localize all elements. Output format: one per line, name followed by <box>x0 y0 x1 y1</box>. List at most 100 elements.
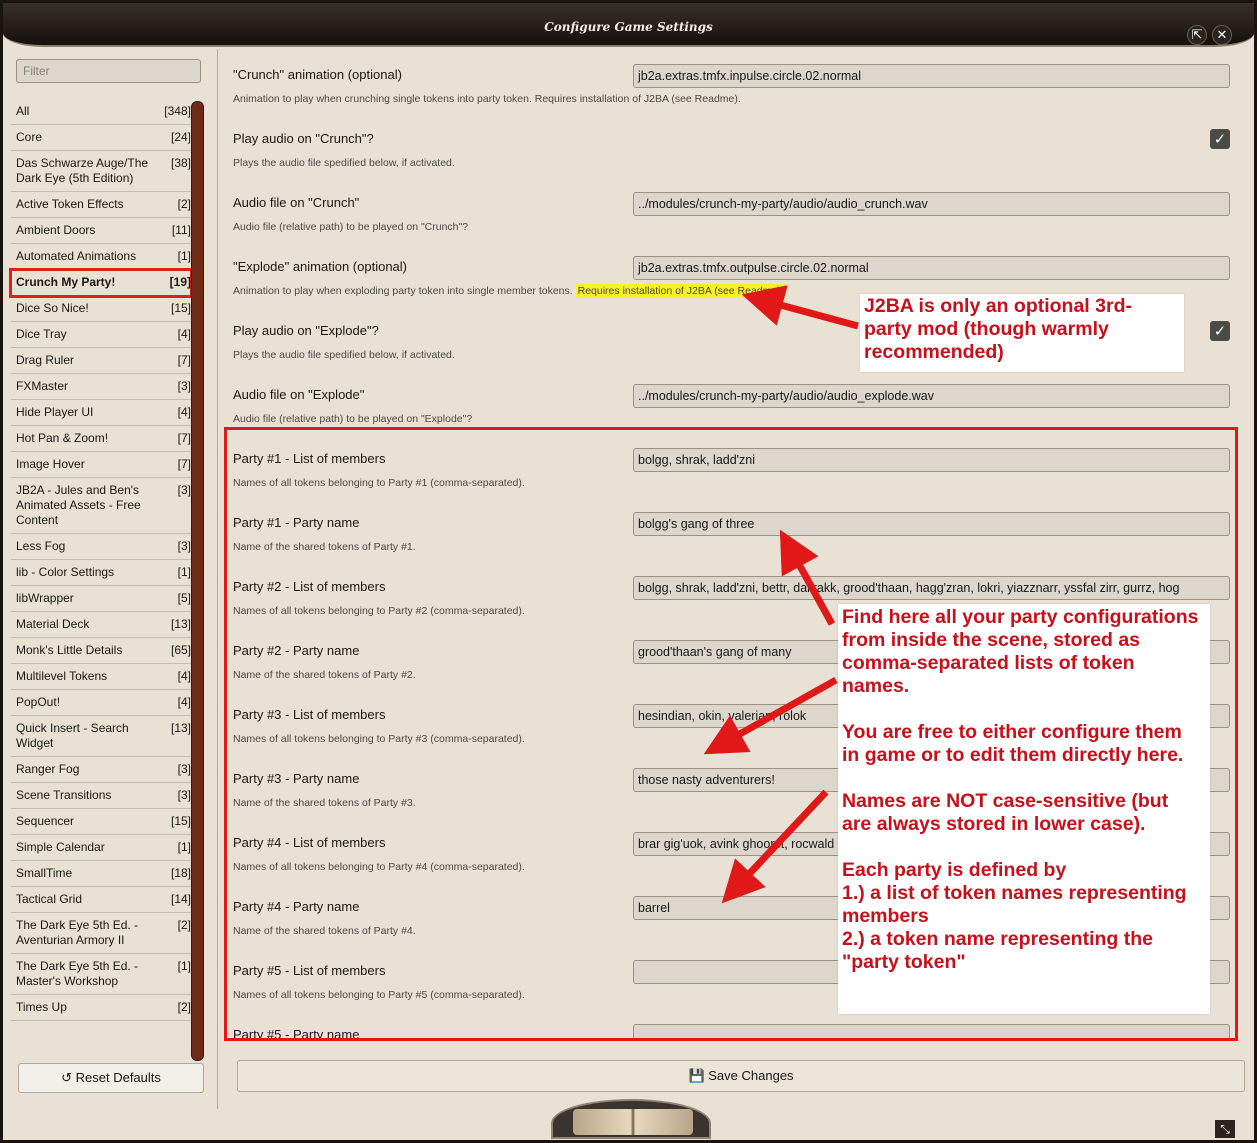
sidebar-category[interactable]: Material Deck [13] <box>11 612 191 638</box>
category-count: [24] <box>170 130 191 144</box>
category-label: Sequencer <box>16 814 75 828</box>
setting-checkbox[interactable]: ✓ <box>1210 321 1230 341</box>
sidebar-category[interactable]: Das Schwarze Auge/The Dark Eye (5th Edit… <box>11 151 191 192</box>
category-count: [3] <box>177 483 191 497</box>
setting-input[interactable]: ../modules/crunch-my-party/audio/audio_c… <box>633 192 1230 216</box>
setting-input[interactable]: ../modules/crunch-my-party/audio/audio_e… <box>633 384 1230 408</box>
sidebar-category[interactable]: Monk's Little Details [65] <box>11 638 191 664</box>
sidebar-category[interactable]: Hide Player UI [4] <box>11 400 191 426</box>
category-count: [13] <box>170 617 191 631</box>
category-count: [1] <box>177 249 191 263</box>
settings-sidebar: Filter All [348] Core [24] Das Schwarze Auge… <box>6 49 218 1109</box>
category-count: [19] <box>169 275 191 289</box>
category-count: [38] <box>170 156 191 170</box>
sidebar-category[interactable]: FXMaster [3] <box>11 374 191 400</box>
sidebar-category[interactable]: JB2A - Jules and Ben's Animated Assets -… <box>11 478 191 534</box>
category-count: [5] <box>177 591 191 605</box>
category-count: [1] <box>177 959 191 973</box>
category-label: lib - Color Settings <box>16 565 115 579</box>
category-label: Drag Ruler <box>16 353 75 367</box>
sidebar-category[interactable]: Scene Transitions [3] <box>11 783 191 809</box>
sidebar-category[interactable]: Dice So Nice! [15] <box>11 296 191 322</box>
sidebar-category[interactable]: Crunch My Party! [19] <box>9 268 193 298</box>
setting-input[interactable]: jb2a.extras.tmfx.inpulse.circle.02.norma… <box>633 64 1230 88</box>
sidebar-category[interactable]: Times Up [2] <box>11 995 191 1021</box>
setting-label: Play audio on "Explode"? <box>233 323 379 338</box>
sidebar-category[interactable]: All [348] <box>11 99 191 125</box>
sidebar-category[interactable]: Sequencer [15] <box>11 809 191 835</box>
category-label: Automated Animations <box>16 249 137 263</box>
setting-hint-text: Audio file (relative path) to be played … <box>233 221 469 233</box>
popout-icon[interactable]: ⇱ <box>1187 25 1207 45</box>
category-count: [11] <box>171 223 191 237</box>
undo-icon: ↺ <box>61 1070 72 1085</box>
category-label: Times Up <box>16 1000 67 1014</box>
category-label: PopOut! <box>16 695 61 709</box>
category-label: Ambient Doors <box>16 223 96 237</box>
setting-hint: Plays the audio file spedified below, if… <box>233 157 455 169</box>
sidebar-category[interactable]: Ranger Fog [3] <box>11 757 191 783</box>
category-count: [7] <box>177 353 191 367</box>
floppy-disk-icon: 💾 <box>688 1068 705 1083</box>
sidebar-category[interactable]: SmallTime [18] <box>11 861 191 887</box>
filter-input[interactable]: Filter <box>16 59 201 83</box>
setting-hint-highlight: Requires installation of J2BA (see Readm… <box>575 284 786 298</box>
category-label: Active Token Effects <box>16 197 124 211</box>
sidebar-category[interactable]: Automated Animations [1] <box>11 244 191 270</box>
category-count: [15] <box>170 814 191 828</box>
setting-hint-text: Audio file (relative path) to be played … <box>233 413 473 425</box>
book-ornament <box>551 1099 711 1139</box>
category-count: [4] <box>177 327 191 341</box>
sidebar-category[interactable]: Ambient Doors [11] <box>11 218 191 244</box>
sidebar-category[interactable]: The Dark Eye 5th Ed. - Aventurian Armory… <box>11 913 191 954</box>
sidebar-category[interactable]: Drag Ruler [7] <box>11 348 191 374</box>
setting-hint: Animation to play when crunching single … <box>233 93 741 105</box>
sidebar-category[interactable]: PopOut! [4] <box>11 690 191 716</box>
category-label: Scene Transitions <box>16 788 112 802</box>
setting-hint: Audio file (relative path) to be played … <box>233 413 472 425</box>
sidebar-category[interactable]: Core [24] <box>11 125 191 151</box>
sidebar-category[interactable]: Less Fog [3] <box>11 534 191 560</box>
category-count: [4] <box>177 405 191 419</box>
setting-hint-text: Plays the audio file spedified below, if… <box>233 349 455 361</box>
sidebar-scrollbar[interactable] <box>191 101 204 1061</box>
category-label: Material Deck <box>16 617 90 631</box>
setting-label: Audio file on "Explode" <box>233 387 365 402</box>
window-title: Configure Game Settings <box>544 20 713 34</box>
sidebar-category[interactable]: Image Hover [7] <box>11 452 191 478</box>
sidebar-category[interactable]: Quick Insert - Search Widget [13] <box>11 716 191 757</box>
category-label: Monk's Little Details <box>16 643 123 657</box>
sidebar-category[interactable]: Simple Calendar [1] <box>11 835 191 861</box>
setting-checkbox[interactable]: ✓ <box>1210 129 1230 149</box>
category-list: All [348] Core [24] Das Schwarze Auge/The Da… <box>9 99 193 1021</box>
category-count: [1] <box>177 840 191 854</box>
window-titlebar[interactable]: Configure Game Settings ⇱ ✕ <box>3 3 1254 47</box>
sidebar-category[interactable]: Hot Pan & Zoom! [7] <box>11 426 191 452</box>
category-count: [3] <box>177 539 191 553</box>
setting-input[interactable]: jb2a.extras.tmfx.outpulse.circle.02.norm… <box>633 256 1230 280</box>
sidebar-category[interactable]: Multilevel Tokens [4] <box>11 664 191 690</box>
resize-handle-icon[interactable]: ⤡ <box>1215 1120 1235 1138</box>
category-label: Multilevel Tokens <box>16 669 108 683</box>
sidebar-category[interactable]: libWrapper [5] <box>11 586 191 612</box>
category-count: [1] <box>177 565 191 579</box>
sidebar-category[interactable]: Dice Tray [4] <box>11 322 191 348</box>
category-label: Dice So Nice! <box>16 301 89 315</box>
sidebar-category[interactable]: The Dark Eye 5th Ed. - Master's Workshop… <box>11 954 191 995</box>
sidebar-category[interactable]: Active Token Effects [2] <box>11 192 191 218</box>
category-count: [7] <box>177 457 191 471</box>
setting-hint: Audio file (relative path) to be played … <box>233 221 468 233</box>
setting-row: Audio file on "Explode" Audio file (relat… <box>220 369 1250 433</box>
save-changes-button[interactable]: 💾 Save Changes <box>237 1060 1245 1092</box>
sidebar-category[interactable]: lib - Color Settings [1] <box>11 560 191 586</box>
close-icon[interactable]: ✕ <box>1212 25 1232 45</box>
reset-defaults-button[interactable]: ↺ Reset Defaults <box>18 1063 204 1093</box>
category-count: [2] <box>177 197 191 211</box>
setting-hint: Plays the audio file spedified below, if… <box>233 349 455 361</box>
sidebar-category[interactable]: Tactical Grid [14] <box>11 887 191 913</box>
category-count: [15] <box>170 301 191 315</box>
category-count: [3] <box>177 762 191 776</box>
category-label: The Dark Eye 5th Ed. - Aventurian Armory… <box>16 918 139 947</box>
category-label: The Dark Eye 5th Ed. - Master's Workshop <box>16 959 139 988</box>
setting-hint: Animation to play when exploding party t… <box>233 284 786 298</box>
